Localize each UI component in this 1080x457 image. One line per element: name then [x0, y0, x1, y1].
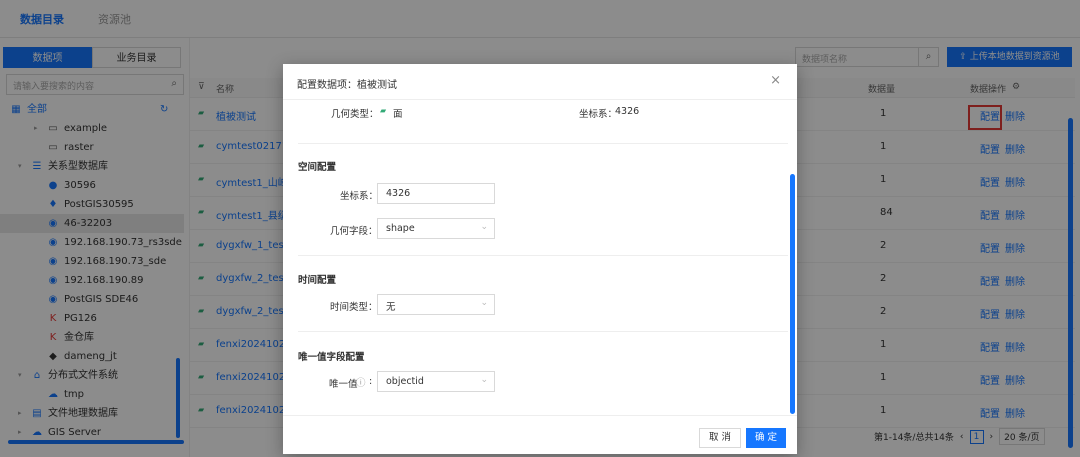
- unique-field-select[interactable]: objectid ⌄: [377, 371, 495, 392]
- dialog-title: 配置数据项：植被测试: [297, 80, 397, 91]
- time-type-value: 无: [386, 302, 396, 313]
- dialog-vertical-scrollbar[interactable]: [790, 174, 795, 414]
- crs-label: 坐标系：: [579, 109, 618, 120]
- time-type-select[interactable]: 无 ⌄: [377, 294, 495, 315]
- chevron-down-icon: ⌄: [480, 298, 488, 308]
- polygon-icon: ▰: [380, 106, 387, 115]
- geom-field-value: shape: [386, 223, 415, 234]
- divider: [298, 143, 788, 144]
- spatial-section-title: 空间配置: [298, 162, 337, 173]
- config-dialog: 配置数据项：植被测试 × 几何类型： ▰ 面 坐标系： 4326 空间配置 坐标…: [283, 64, 797, 454]
- dialog-body: 几何类型： ▰ 面 坐标系： 4326 空间配置 坐标系： 4326 几何字段：…: [283, 101, 797, 415]
- time-type-label: 时间类型：: [330, 302, 378, 313]
- help-icon[interactable]: ⓘ: [356, 375, 366, 389]
- crs-value: 4326: [615, 106, 640, 117]
- close-icon[interactable]: ×: [770, 73, 781, 88]
- unique-field-value: objectid: [386, 376, 424, 387]
- chevron-down-icon: ⌄: [480, 222, 488, 232]
- spatial-crs-input[interactable]: 4326: [377, 183, 495, 204]
- spatial-crs-label: 坐标系：: [340, 191, 379, 202]
- geom-type-label: 几何类型：: [331, 109, 379, 120]
- dialog-header: 配置数据项：植被测试 ×: [283, 64, 797, 100]
- divider: [298, 255, 788, 256]
- geom-field-label: 几何字段：: [330, 226, 378, 237]
- chevron-down-icon: ⌄: [480, 375, 488, 385]
- cancel-button[interactable]: 取 消: [699, 428, 741, 448]
- unique-section-title: 唯一值字段配置: [298, 352, 365, 363]
- spatial-crs-value: 4326: [386, 188, 411, 199]
- unique-colon: :: [369, 376, 373, 387]
- divider: [298, 331, 788, 332]
- dialog-footer: 取 消 确 定: [283, 415, 797, 454]
- confirm-button[interactable]: 确 定: [746, 428, 786, 448]
- time-section-title: 时间配置: [298, 275, 337, 286]
- geom-type-value: 面: [393, 109, 403, 120]
- unique-label: 唯一值: [329, 379, 358, 390]
- geom-field-select[interactable]: shape ⌄: [377, 218, 495, 239]
